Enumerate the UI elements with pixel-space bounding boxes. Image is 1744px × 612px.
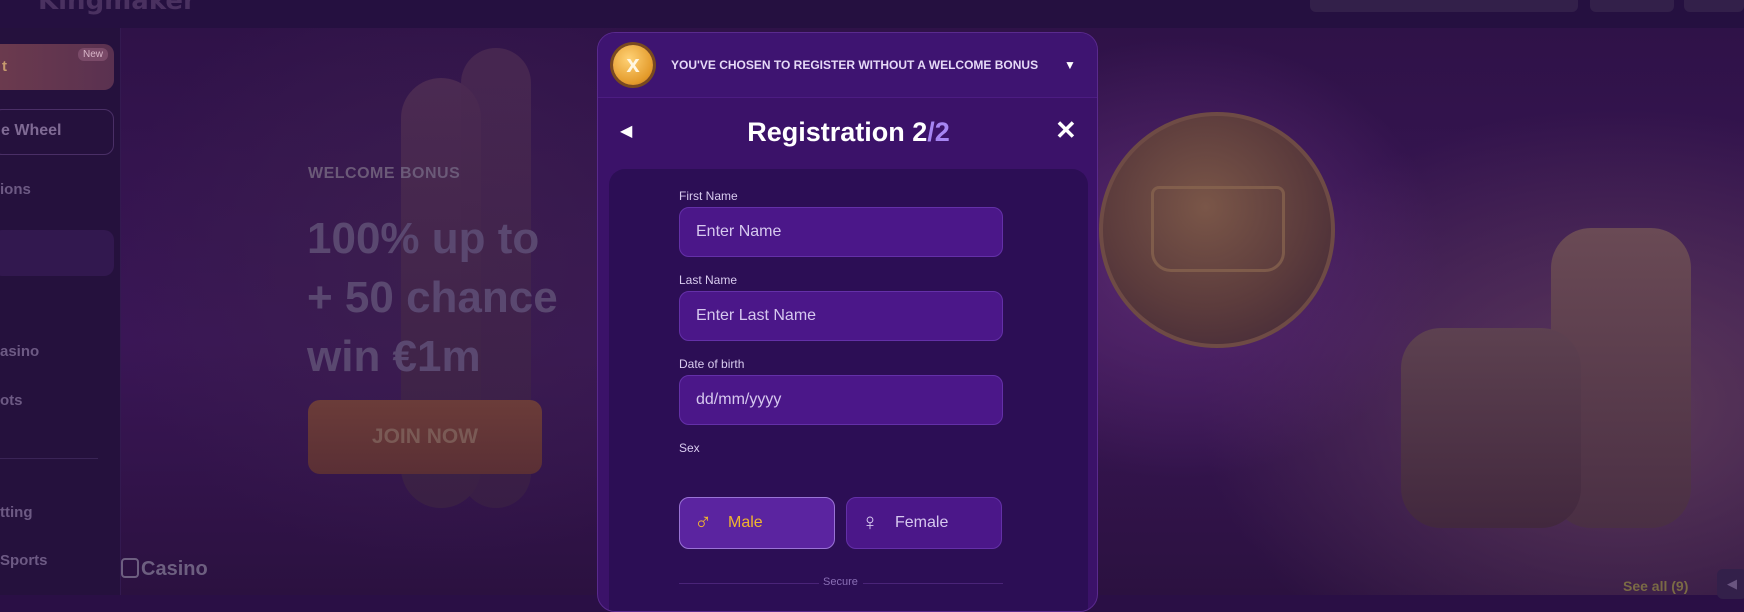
first-name-input[interactable] xyxy=(679,207,1003,257)
divider-line xyxy=(863,583,1003,584)
modal-title: Registration 2/2 xyxy=(598,117,1097,148)
close-icon[interactable]: ✕ xyxy=(1055,115,1077,146)
sidebar-divider xyxy=(0,458,98,459)
title-total-steps: 2 xyxy=(934,117,950,147)
casino-icon xyxy=(121,558,139,578)
sidebar-item-sports[interactable]: Sports xyxy=(0,552,48,569)
top-login-button[interactable] xyxy=(1590,0,1674,12)
see-all-link[interactable]: See all (9) xyxy=(1623,578,1688,594)
title-separator: / xyxy=(927,117,935,147)
sidebar-promo[interactable]: t New xyxy=(0,44,114,90)
join-now-button[interactable]: JOIN NOW xyxy=(308,400,542,474)
sidebar-item-wheel[interactable]: e Wheel xyxy=(0,109,114,155)
bonus-banner[interactable]: x YOU'VE CHOSEN TO REGISTER WITHOUT A WE… xyxy=(598,33,1097,98)
bonus-banner-text: YOU'VE CHOSEN TO REGISTER WITHOUT A WELC… xyxy=(671,58,1039,72)
top-register-button[interactable] xyxy=(1684,0,1744,12)
sidebar-item-label: e Wheel xyxy=(1,122,62,139)
first-name-label: First Name xyxy=(679,189,738,203)
crown-icon xyxy=(1151,186,1285,272)
sidebar-item-betting[interactable]: tting xyxy=(0,504,32,521)
divider-line xyxy=(679,583,819,584)
sex-option-female[interactable]: ♀ Female xyxy=(846,497,1002,549)
coin-pile-image xyxy=(1401,328,1581,528)
sidebar-item-slots[interactable]: ots xyxy=(0,392,23,409)
last-name-input[interactable] xyxy=(679,291,1003,341)
brand-logo[interactable]: Kingmaker xyxy=(38,0,196,16)
chevron-down-icon[interactable]: ▼ xyxy=(1064,58,1076,72)
crown-medallion-image xyxy=(1099,112,1335,348)
sex-option-label: Male xyxy=(728,514,763,531)
hero-headline-1: 100% up to xyxy=(307,214,540,263)
sidebar-promo-label: t xyxy=(2,58,7,75)
female-symbol-icon: ♀ xyxy=(861,509,879,536)
secure-label: Secure xyxy=(823,576,858,588)
registration-form: First Name Last Name Date of birth Sex ♂… xyxy=(609,169,1088,611)
dob-input[interactable] xyxy=(679,375,1003,425)
sex-option-label: Female xyxy=(895,514,949,531)
last-name-label: Last Name xyxy=(679,273,738,287)
sidebar: t New e Wheel ions asino ots tting Sport… xyxy=(0,28,121,595)
sex-label: Sex xyxy=(679,441,700,455)
registration-modal: x YOU'VE CHOSEN TO REGISTER WITHOUT A WE… xyxy=(597,32,1098,612)
sidebar-item-promotions[interactable]: ions xyxy=(0,181,31,198)
hero-headline-2: + 50 chance xyxy=(307,273,558,322)
casino-section-title: Casino xyxy=(141,558,208,580)
no-bonus-icon: x xyxy=(613,45,653,85)
sex-option-male[interactable]: ♂ Male xyxy=(679,497,835,549)
top-search-bar[interactable] xyxy=(1310,0,1578,12)
sidebar-item-casino[interactable]: asino xyxy=(0,343,39,360)
hero-headline-3: win €1m xyxy=(307,332,481,381)
dob-label: Date of birth xyxy=(679,357,745,371)
title-step: Registration 2 xyxy=(747,117,928,147)
top-bar: Kingmaker xyxy=(0,0,1744,28)
new-badge: New xyxy=(77,48,108,61)
hero-subtitle: WELCOME BONUS xyxy=(308,165,461,182)
sidebar-item-active[interactable] xyxy=(0,230,114,276)
male-symbol-icon: ♂ xyxy=(694,509,712,536)
